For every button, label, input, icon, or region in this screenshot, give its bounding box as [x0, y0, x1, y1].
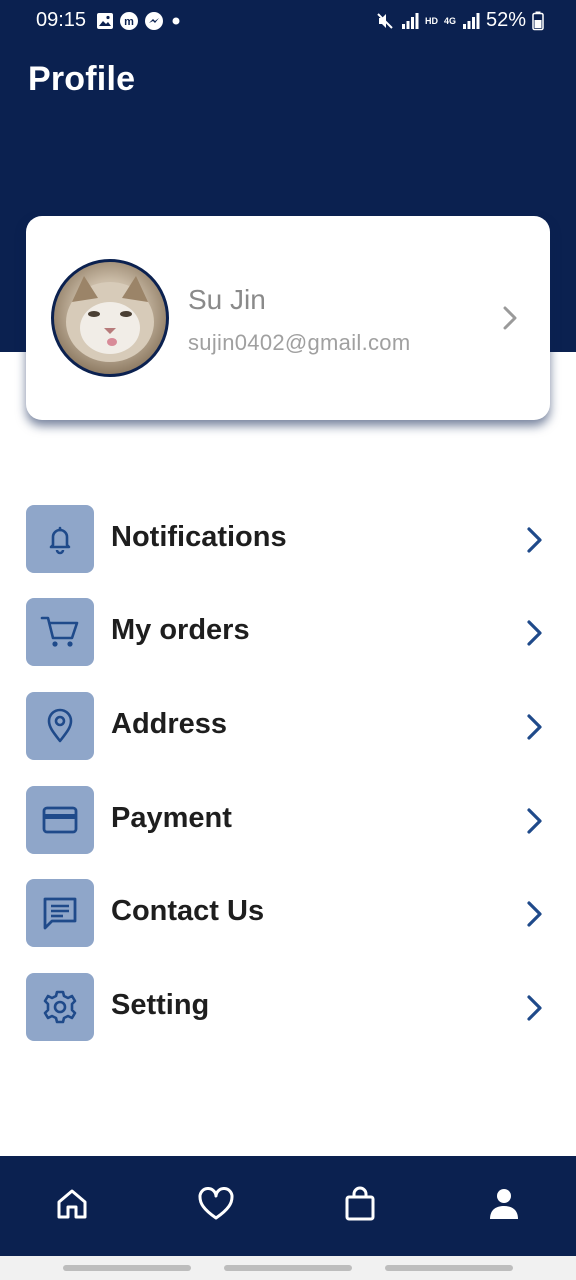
profile-email: sujin0402@gmail.com: [188, 330, 411, 355]
chevron-right-icon[interactable]: [498, 304, 522, 332]
credit-card-icon: [42, 806, 78, 834]
nav-profile[interactable]: [480, 1180, 528, 1228]
menu-label: My orders: [111, 614, 250, 646]
location-pin-icon: [47, 708, 73, 743]
page-title: Profile: [28, 60, 136, 98]
chevron-right-icon: [527, 901, 542, 927]
chevron-right-icon: [527, 620, 542, 646]
menu-label: Notifications: [111, 521, 287, 553]
menu-icon-tile: [26, 692, 94, 760]
menu-icon-tile: [26, 786, 94, 854]
system-icons: HD 4G 52%: [375, 9, 544, 32]
gallery-icon: [97, 13, 113, 29]
home-icon: [57, 1189, 87, 1219]
signal-icon: [401, 12, 419, 29]
chevron-right-icon: [527, 714, 542, 740]
menu-item-address[interactable]: Address: [0, 692, 576, 762]
menu-item-notifications[interactable]: Notifications: [0, 505, 576, 575]
system-gesture-bar: [0, 1256, 576, 1280]
status-bar: 09:15 m HD 4G 52%: [0, 0, 576, 42]
chat-icon: [43, 897, 77, 930]
bell-icon: [49, 526, 71, 555]
user-icon: [490, 1189, 518, 1219]
gear-icon: [43, 990, 77, 1024]
gesture-pill[interactable]: [385, 1265, 513, 1271]
m-app-icon: m: [120, 12, 138, 30]
network-type-label: 4G: [443, 15, 456, 26]
menu-icon-tile: [26, 879, 94, 947]
menu-icon-tile: [26, 598, 94, 666]
avatar: [51, 259, 169, 377]
menu-item-my-orders[interactable]: My orders: [0, 598, 576, 668]
bottom-nav: [0, 1156, 576, 1256]
dot-icon: [172, 17, 180, 25]
profile-name: Su Jin: [188, 284, 266, 315]
menu-item-contact-us[interactable]: Contact Us: [0, 879, 576, 949]
battery-percent: 52%: [485, 9, 526, 31]
gesture-pill[interactable]: [224, 1265, 352, 1271]
menu-label: Setting: [111, 989, 210, 1021]
messenger-icon: [145, 12, 163, 30]
mute-icon: [377, 12, 393, 29]
notification-icons: m: [96, 11, 183, 31]
status-time: 09:15: [36, 9, 87, 31]
menu-label: Address: [111, 708, 228, 740]
shopping-bag-icon: [345, 1186, 375, 1221]
chevron-right-icon: [527, 995, 542, 1021]
menu-item-payment[interactable]: Payment: [0, 786, 576, 856]
menu-icon-tile: [26, 973, 94, 1041]
nav-favorites[interactable]: [192, 1180, 240, 1228]
hd-label: HD: [424, 15, 438, 26]
menu-label: Contact Us: [111, 895, 265, 927]
menu-label: Payment: [111, 802, 232, 834]
nav-cart[interactable]: [336, 1180, 384, 1228]
menu-item-setting[interactable]: Setting: [0, 973, 576, 1043]
profile-card[interactable]: Su Jin sujin0402@gmail.com: [26, 216, 550, 420]
battery-icon: [532, 11, 544, 30]
cat-photo-avatar: [66, 276, 154, 362]
signal-icon-2: [462, 12, 480, 29]
menu-icon-tile: [26, 505, 94, 573]
chevron-right-icon: [527, 808, 542, 834]
heart-icon: [198, 1187, 234, 1220]
svg-text:m: m: [124, 16, 134, 28]
cart-icon: [40, 616, 79, 647]
nav-home[interactable]: [48, 1180, 96, 1228]
gesture-pill[interactable]: [63, 1265, 191, 1271]
chevron-right-icon: [527, 527, 542, 553]
